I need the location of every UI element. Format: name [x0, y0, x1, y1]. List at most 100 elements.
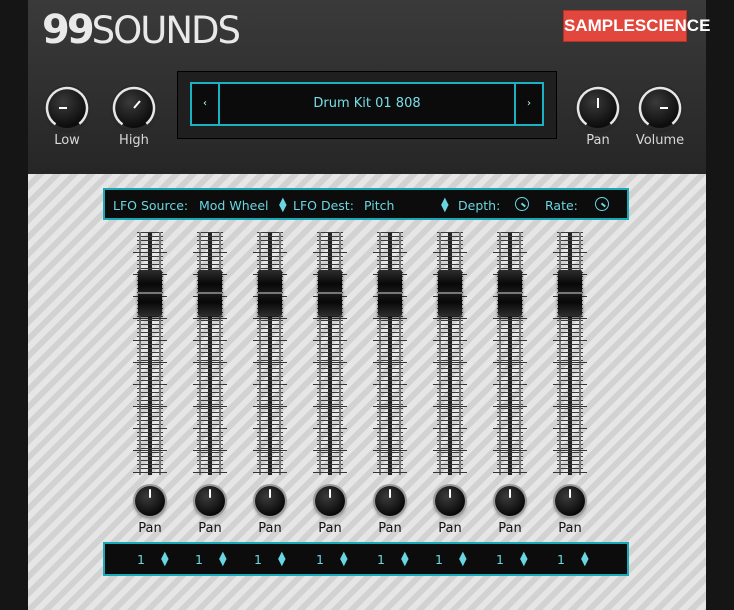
- up-down-arrows-icon[interactable]: ▲ ▼: [340, 551, 348, 568]
- lfo-source-select[interactable]: Mod Wheel: [199, 198, 268, 213]
- fader-tick: [253, 406, 287, 407]
- fader-tick: [253, 384, 287, 385]
- channel-value[interactable]: 1: [254, 552, 262, 567]
- fader-tick: [133, 472, 167, 473]
- fader-handle[interactable]: [558, 270, 582, 316]
- fader-handle[interactable]: [318, 270, 342, 316]
- fader-tick: [433, 340, 467, 341]
- channel-value[interactable]: 1: [316, 552, 324, 567]
- fader-tick: [433, 450, 467, 451]
- volume-fader[interactable]: [133, 232, 167, 475]
- fader-handle[interactable]: [438, 270, 462, 316]
- volume-fader[interactable]: [373, 232, 407, 475]
- fader-tick: [313, 472, 347, 473]
- fader-handle[interactable]: [258, 270, 282, 316]
- fader-tick: [193, 340, 227, 341]
- fader-tick: [373, 340, 407, 341]
- preset-browser: ‹ Drum Kit 01 808 ›: [178, 72, 556, 138]
- fader-tick: [433, 406, 467, 407]
- up-down-arrows-icon[interactable]: ▲ ▼: [581, 551, 589, 568]
- lfo-dest-select[interactable]: Pitch: [364, 198, 394, 213]
- fader-handle[interactable]: [198, 270, 222, 316]
- fader-tick: [493, 340, 527, 341]
- volume-knob[interactable]: [638, 86, 682, 130]
- fader-tick: [493, 472, 527, 473]
- fader-tick: [313, 340, 347, 341]
- channel-value[interactable]: 1: [435, 552, 443, 567]
- fader-tick: [493, 318, 527, 319]
- fader-tick: [193, 252, 227, 253]
- volume-fader[interactable]: [553, 232, 587, 475]
- fader-tick: [433, 318, 467, 319]
- channel-value[interactable]: 1: [496, 552, 504, 567]
- fader-tick: [253, 252, 287, 253]
- up-down-arrows-icon[interactable]: ▲ ▼: [441, 197, 449, 214]
- channel-pan-knob[interactable]: [135, 486, 165, 516]
- fader-tick: [493, 406, 527, 407]
- channel-value[interactable]: 1: [557, 552, 565, 567]
- high-label: High: [119, 133, 149, 148]
- channel-pan-knob[interactable]: [255, 486, 285, 516]
- up-down-arrows-icon[interactable]: ▲ ▼: [459, 551, 467, 568]
- channel-pan-knob[interactable]: [555, 486, 585, 516]
- rate-knob[interactable]: [595, 197, 609, 211]
- volume-fader[interactable]: [313, 232, 347, 475]
- channel-value[interactable]: 1: [137, 552, 145, 567]
- up-down-arrows-icon[interactable]: ▲ ▼: [278, 551, 286, 568]
- channel-pan-knob[interactable]: [315, 486, 345, 516]
- channel-value[interactable]: 1: [195, 552, 203, 567]
- next-preset-button[interactable]: ›: [514, 84, 542, 124]
- up-down-arrows-icon[interactable]: ▲ ▼: [520, 551, 528, 568]
- fader-tick: [433, 384, 467, 385]
- fader-tick: [253, 340, 287, 341]
- fader-tick: [553, 252, 587, 253]
- volume-fader[interactable]: [493, 232, 527, 475]
- fader-handle[interactable]: [498, 270, 522, 316]
- fader-tick: [553, 450, 587, 451]
- fader-tick: [433, 472, 467, 473]
- channel-pan-knob[interactable]: [375, 486, 405, 516]
- preset-name[interactable]: Drum Kit 01 808: [222, 84, 512, 124]
- fader-tick: [553, 428, 587, 429]
- channel-pan-knob[interactable]: [435, 486, 465, 516]
- fader-tick: [433, 362, 467, 363]
- volume-fader[interactable]: [253, 232, 287, 475]
- channel-value[interactable]: 1: [377, 552, 385, 567]
- depth-knob[interactable]: [515, 197, 529, 211]
- fader-tick: [433, 252, 467, 253]
- lfo-dest-label: LFO Dest:: [293, 198, 354, 213]
- fader-handle[interactable]: [138, 270, 162, 316]
- fader-track: [557, 232, 583, 475]
- left-frame: [0, 0, 28, 610]
- fader-track: [257, 232, 283, 475]
- channel-pan-knob[interactable]: [495, 486, 525, 516]
- fader-handle[interactable]: [378, 270, 402, 316]
- fader-tick: [253, 450, 287, 451]
- channel-pan-label: Pan: [138, 521, 162, 536]
- fader-tick: [193, 472, 227, 473]
- fader-tick: [253, 318, 287, 319]
- channel-pan-knob[interactable]: [195, 486, 225, 516]
- volume-fader[interactable]: [433, 232, 467, 475]
- up-down-arrows-icon[interactable]: ▲ ▼: [219, 551, 227, 568]
- prev-preset-button[interactable]: ‹: [192, 84, 220, 124]
- volume-fader[interactable]: [193, 232, 227, 475]
- fader-tick: [373, 384, 407, 385]
- fader-tick: [373, 472, 407, 473]
- fader-tick: [253, 472, 287, 473]
- fader-tick: [553, 384, 587, 385]
- pan-label: Pan: [586, 133, 610, 148]
- fader-tick: [133, 428, 167, 429]
- fader-tick: [133, 318, 167, 319]
- header-panel: 99SOUNDS SAMPLESCIENCE Low High ‹ Drum K…: [28, 0, 710, 174]
- high-knob[interactable]: [112, 86, 156, 130]
- fader-tick: [553, 318, 587, 319]
- low-knob[interactable]: [45, 86, 89, 130]
- up-down-arrows-icon[interactable]: ▲ ▼: [279, 197, 287, 214]
- up-down-arrows-icon[interactable]: ▲ ▼: [401, 551, 409, 568]
- up-down-arrows-icon[interactable]: ▲ ▼: [161, 551, 169, 568]
- channel-pan-label: Pan: [498, 521, 522, 536]
- fader-track: [317, 232, 343, 475]
- fader-tick: [373, 428, 407, 429]
- pan-knob[interactable]: [576, 86, 620, 130]
